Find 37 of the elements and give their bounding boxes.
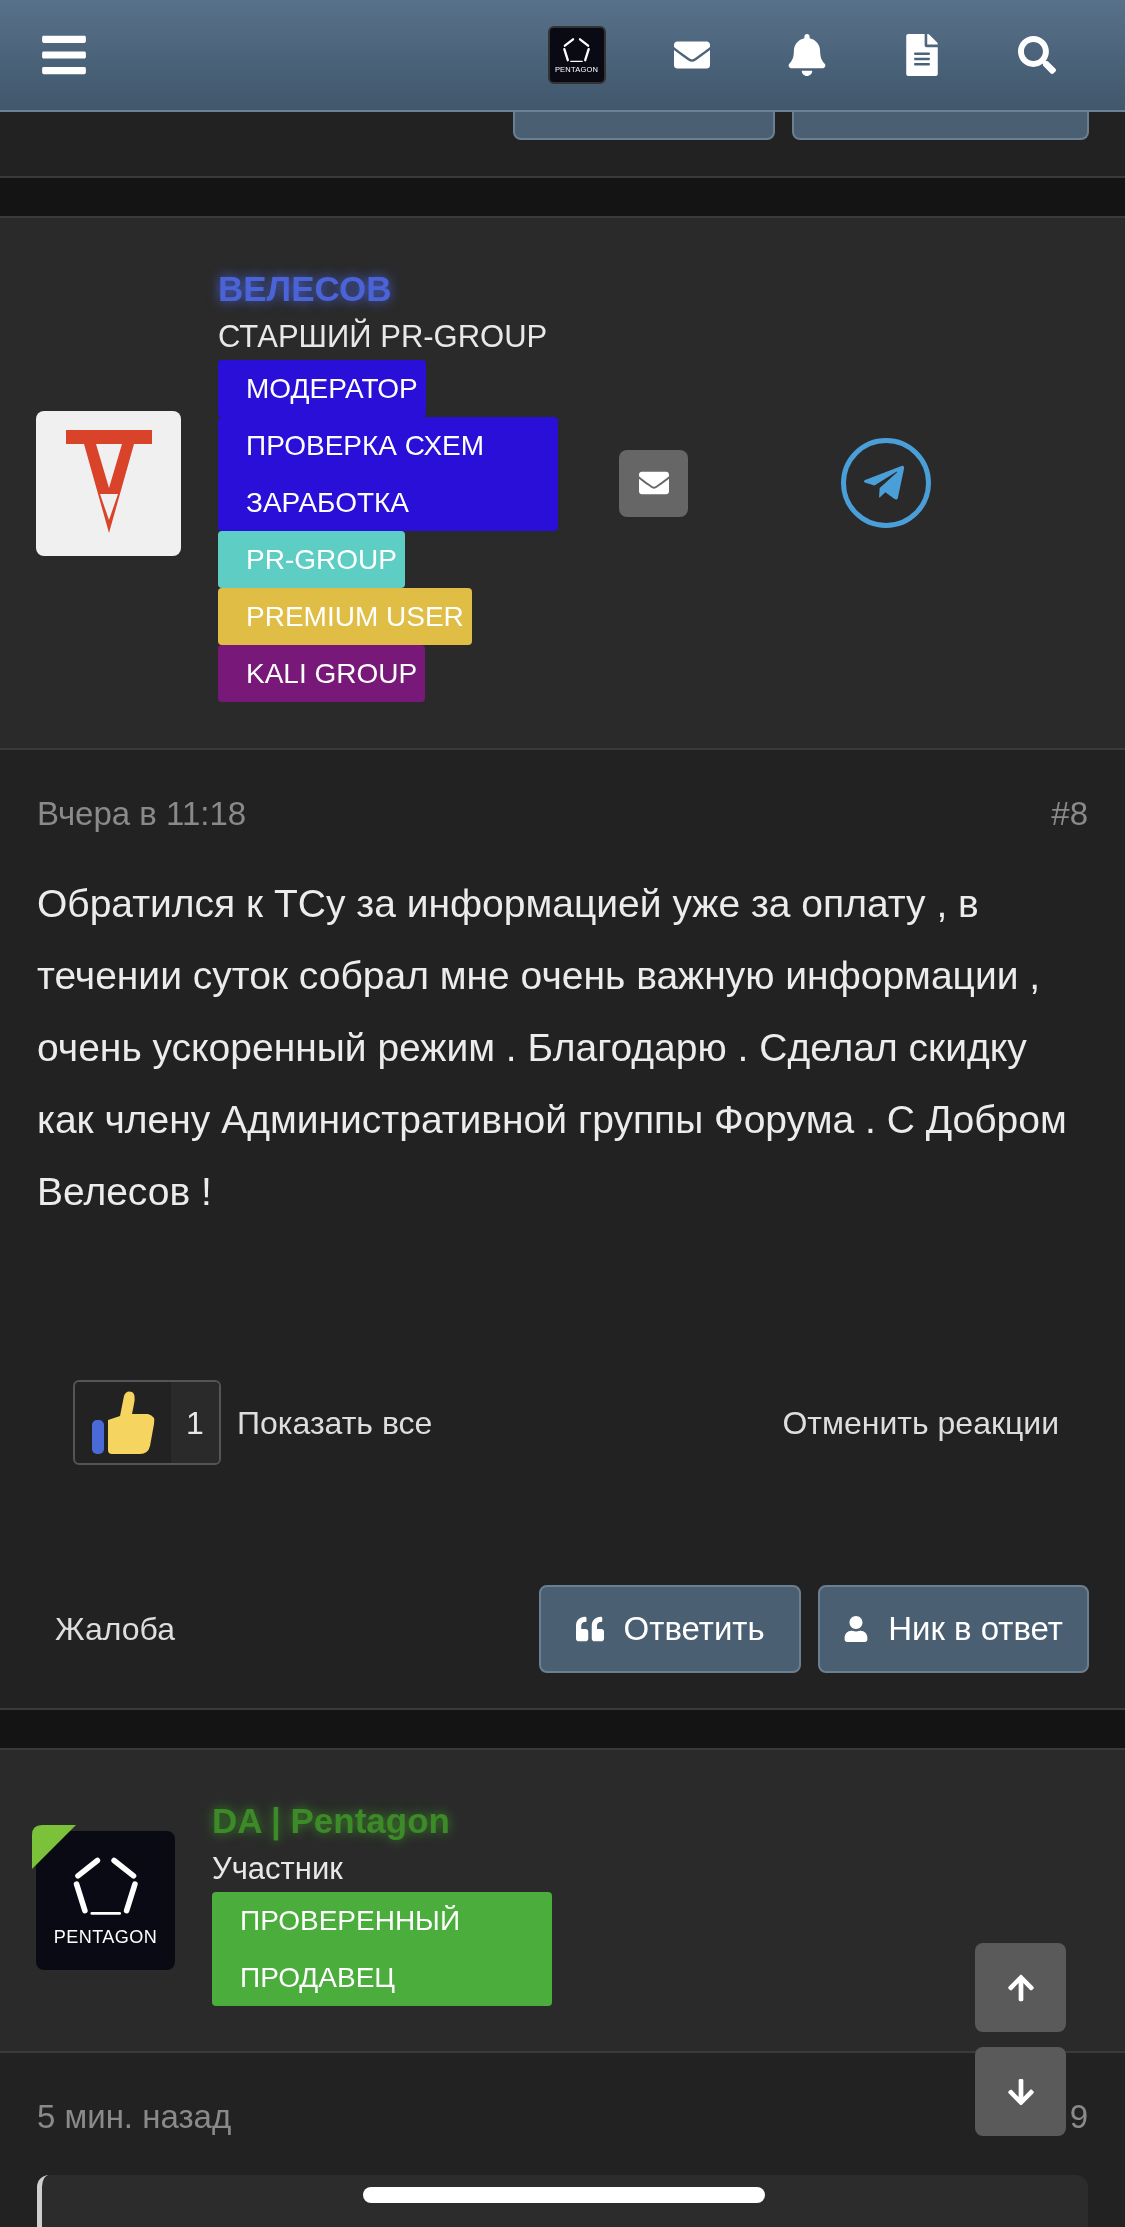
post-date[interactable]: 5 мин. назад <box>37 2097 232 2137</box>
user-banner: ПРОВЕРКА СХЕМ ЗАРАБОТКА <box>218 417 558 531</box>
search-icon[interactable] <box>1017 36 1056 74</box>
pentagon-icon <box>562 36 591 63</box>
show-all-link[interactable]: Показать все <box>237 1398 433 1447</box>
user-title: Участник <box>212 1849 344 1888</box>
arrow-up-icon <box>1005 1972 1036 2003</box>
post-number[interactable]: 9 <box>1069 2097 1088 2137</box>
mention-button[interactable]: Ник в ответ <box>818 1585 1089 1673</box>
document-icon[interactable] <box>904 34 939 76</box>
avatar[interactable] <box>36 410 181 556</box>
scroll-down-button[interactable] <box>975 2047 1066 2136</box>
report-link[interactable]: Жалоба <box>55 1605 175 1653</box>
post-message: Обратился к ТСу за информацией уже за оплату , в течении суток собрал мне очень важную информации , очень ускоренный режим . Благодарю . Сделал скидку как члену Административной группы Форума . С Добром Велесов ! <box>37 881 1068 1215</box>
message-button[interactable] <box>619 449 688 517</box>
thumbs-up-icon <box>90 1389 156 1456</box>
logo-text: PENTAGON <box>53 1927 158 1946</box>
user-banner: МОДЕРАТОР <box>218 360 426 417</box>
avatar[interactable]: PENTAGON <box>36 1831 175 1970</box>
username[interactable]: DA | Pentagon <box>212 1795 557 1846</box>
user-banner: PR-GROUP <box>218 531 405 588</box>
telegram-button[interactable] <box>841 438 931 528</box>
quote-icon <box>575 1615 604 1643</box>
bell-icon[interactable] <box>787 34 826 76</box>
post-number[interactable]: #8 <box>1051 794 1088 834</box>
user-banner: ПРОВЕРЕННЫЙ ПРОДАВЕЦ <box>212 1891 552 2006</box>
post-date[interactable]: Вчера в 11:18 <box>37 794 247 834</box>
user-banner: KALI GROUP <box>218 645 426 702</box>
undo-reactions-link[interactable]: Отменить реакции <box>782 1398 1059 1447</box>
reaction-count: 1 <box>171 1382 219 1463</box>
scroll-up-button[interactable] <box>975 1943 1066 2032</box>
arrow-down-icon <box>1005 2076 1036 2107</box>
user-banner: PREMIUM USER <box>218 588 472 645</box>
user-icon <box>844 1616 869 1642</box>
user-title: СТАРШИЙ PR-GROUP <box>218 317 549 356</box>
reaction-badge[interactable]: 1 <box>73 1380 221 1465</box>
reply-button[interactable]: Ответить <box>539 1585 802 1673</box>
